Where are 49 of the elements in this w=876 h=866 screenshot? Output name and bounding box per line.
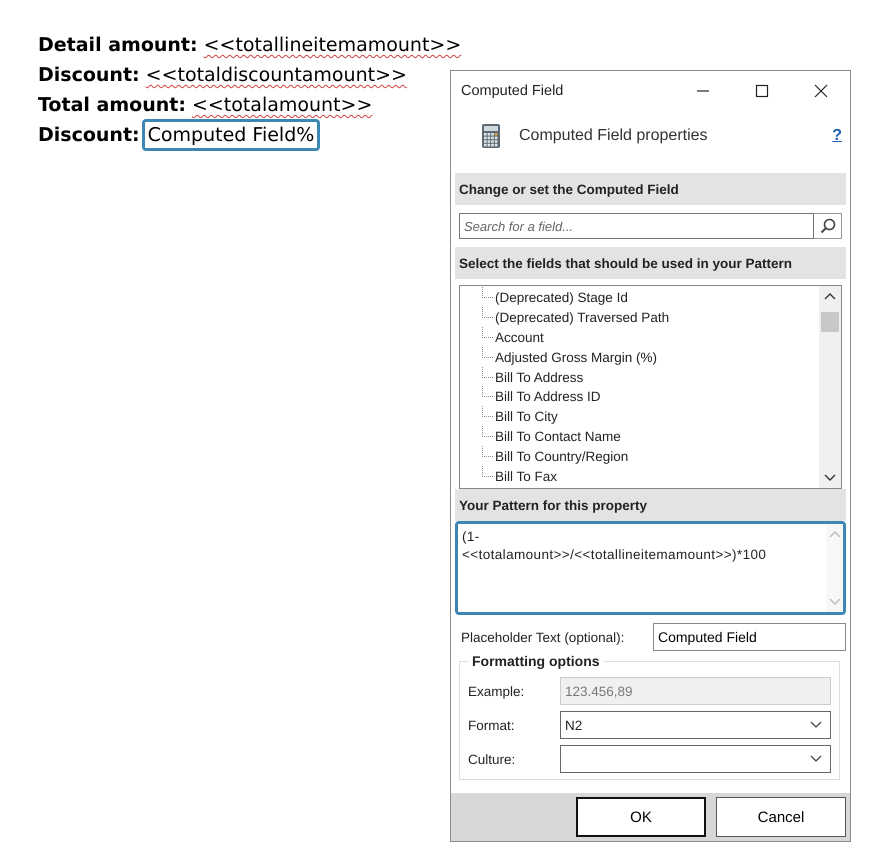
scroll-up-icon — [828, 530, 841, 538]
scroll-down-icon — [824, 474, 836, 482]
chevron-down-icon — [810, 721, 822, 729]
dialog-button[interactable]: OK — [576, 797, 706, 837]
merge-field: <<totalamount>> — [192, 90, 372, 120]
search-button[interactable] — [814, 213, 842, 239]
field-label: Placeholder Text (optional): — [461, 630, 626, 644]
example-field: 123.456,89 — [560, 677, 831, 705]
field-label: Discount: — [38, 63, 140, 88]
calculator-icon — [481, 123, 501, 149]
field-list-item[interactable]: (Deprecated) Traversed Path — [495, 310, 670, 326]
scroll-up-icon — [824, 292, 836, 300]
merge-field: <<totallineitemamount>> — [204, 30, 462, 60]
search-field[interactable]: Search for a field... — [459, 213, 814, 239]
section-header: Your Pattern for this property — [455, 489, 846, 521]
dropdown[interactable]: N2 — [560, 711, 831, 739]
maximize-icon — [754, 84, 768, 98]
field-list-item[interactable]: Bill To Country/Region — [495, 448, 628, 464]
field-label: Culture: — [468, 752, 516, 766]
merge-field: <<totaldiscountamount>> — [146, 60, 407, 90]
field-list-item[interactable]: Bill To Fax — [495, 468, 558, 484]
dialog-button[interactable]: Cancel — [716, 797, 846, 837]
field-list-item[interactable]: Bill To Contact Name — [495, 428, 621, 444]
content-control[interactable]: Computed Field% — [142, 119, 320, 151]
field-label: Format: — [468, 718, 516, 732]
field-list-item[interactable]: Bill To City — [495, 409, 558, 424]
field-label: Total amount: — [38, 93, 186, 118]
field-label: Detail amount: — [38, 33, 198, 58]
close-icon — [814, 84, 828, 98]
chevron-down-icon — [810, 755, 822, 763]
scroll-down-icon — [828, 598, 841, 606]
field-label: Example: — [468, 684, 526, 698]
section-header: Change or set the Computed Field — [455, 173, 846, 205]
field-label: Discount: — [38, 123, 140, 148]
scroll-thumb[interactable] — [821, 312, 839, 332]
field-list-item[interactable]: Account — [495, 330, 544, 345]
placeholder-field[interactable]: Computed Field — [653, 623, 846, 651]
section-header: Select the fields that should be used in your Pattern — [455, 247, 846, 279]
window-title: Computed Field — [461, 83, 564, 99]
field-list-item[interactable]: Adjusted Gross Margin (%) — [495, 350, 658, 365]
field-list-item[interactable]: Bill To Address — [495, 370, 584, 385]
field-list-item[interactable]: Bill To Address ID — [495, 389, 601, 404]
scrollbar[interactable] — [819, 286, 841, 488]
dialog-heading: Computed Field properties — [519, 127, 709, 145]
dropdown[interactable] — [560, 745, 831, 773]
group-title: Formatting options — [471, 653, 601, 669]
field-list-item[interactable]: (Deprecated) Stage Id — [495, 290, 628, 306]
search-icon — [820, 218, 836, 234]
help-link[interactable]: ? — [832, 127, 842, 145]
